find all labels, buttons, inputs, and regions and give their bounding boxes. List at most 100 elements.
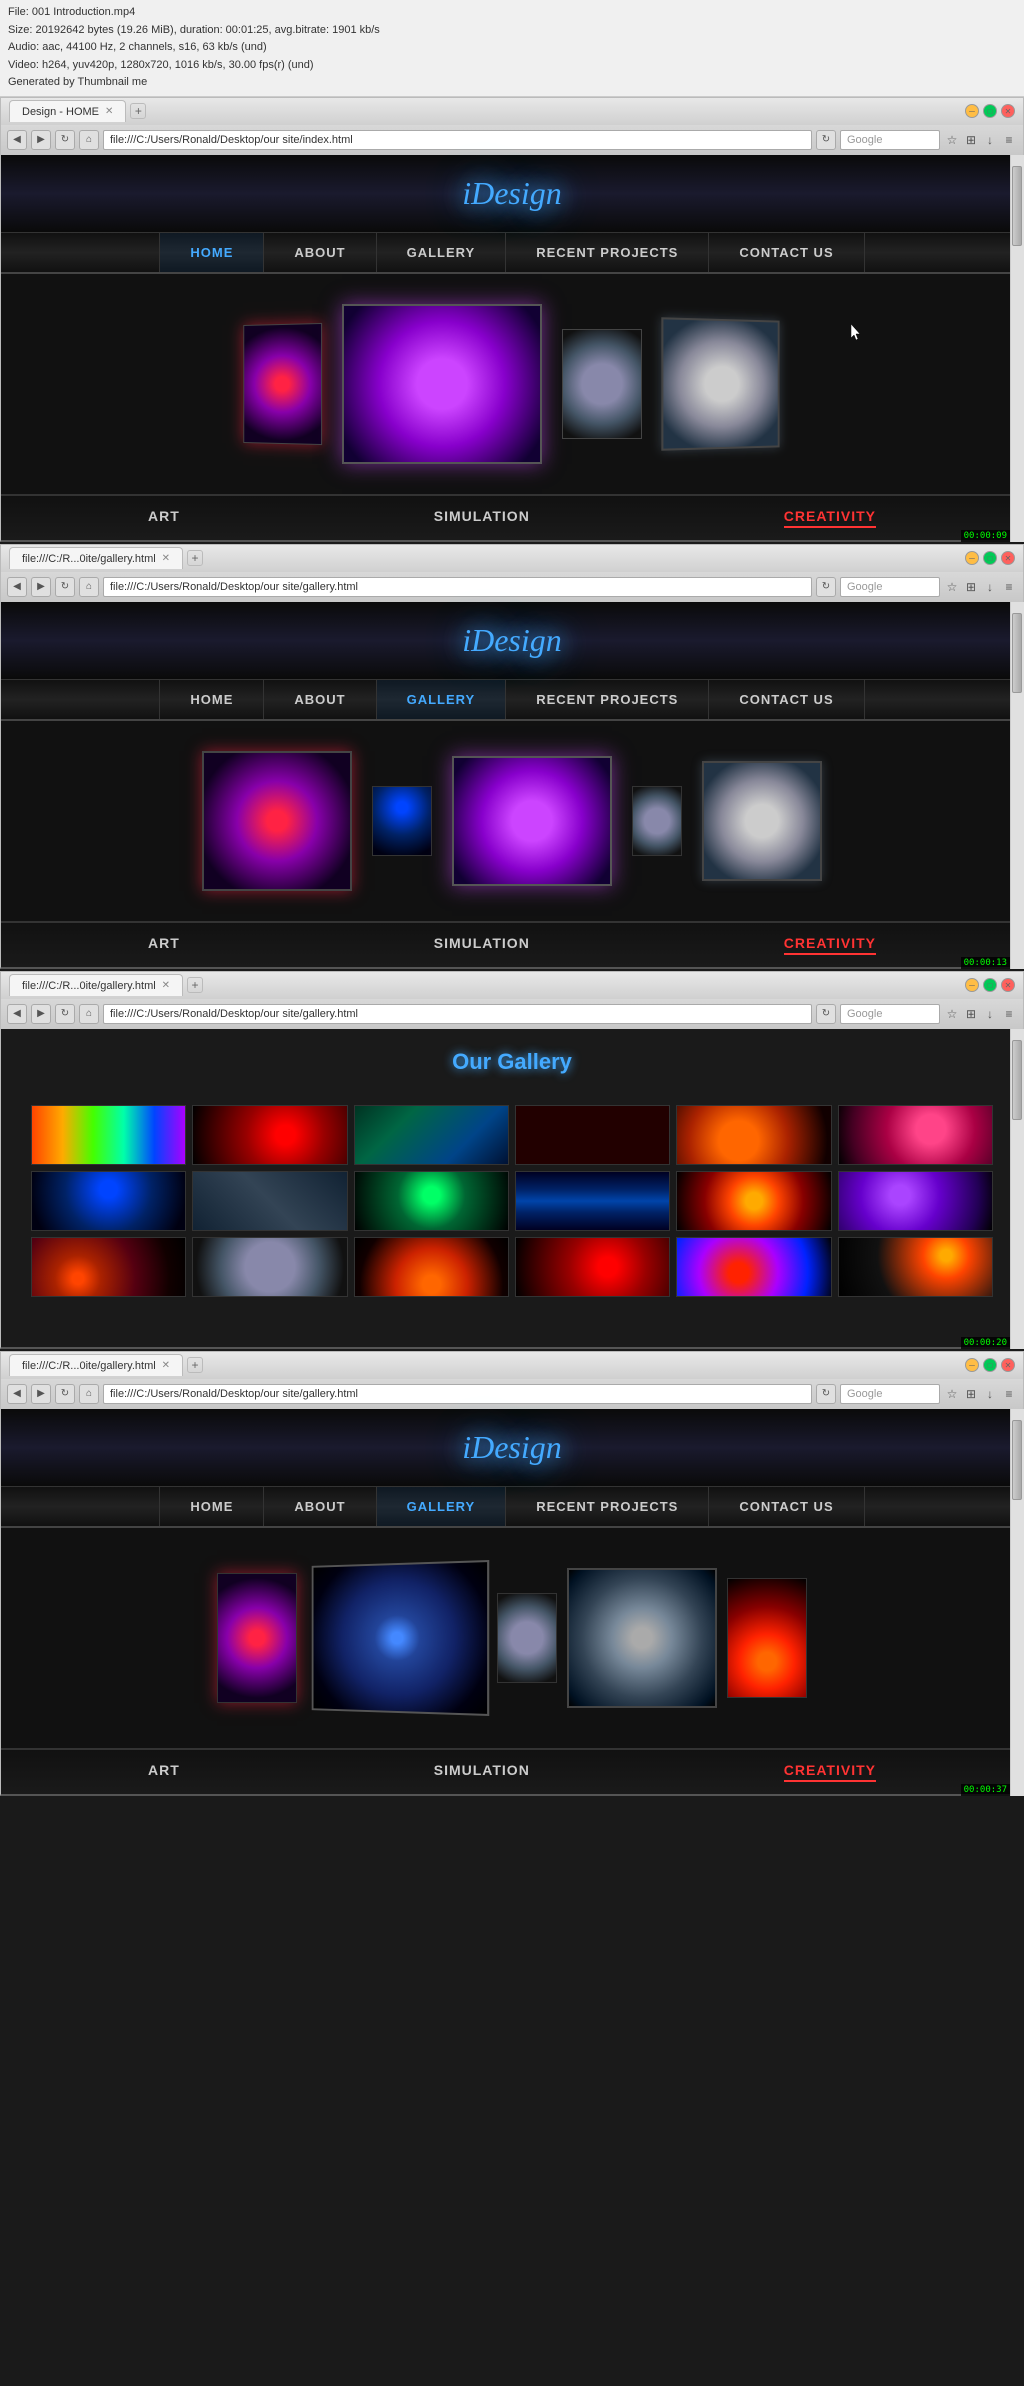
browser-tab-2[interactable]: file:///C:/R...0ite/gallery.html ✕ [9, 547, 183, 569]
scrollbar-1[interactable] [1010, 155, 1024, 542]
star-icon-2[interactable]: ☆ [944, 579, 960, 595]
minimize-btn-4[interactable]: ─ [965, 1358, 979, 1372]
nav-about-4[interactable]: ABOUT [264, 1487, 376, 1526]
close-tab-2[interactable]: ✕ [162, 553, 170, 564]
forward-btn-4[interactable]: ▶ [31, 1384, 51, 1404]
close-tab-3[interactable]: ✕ [162, 980, 170, 991]
address-bar-4[interactable]: file:///C:/Users/Ronald/Desktop/our site… [103, 1384, 812, 1404]
gallery-thumb-14[interactable] [192, 1237, 347, 1297]
home-btn-2[interactable]: ⌂ [79, 577, 99, 597]
showcase-item-1a[interactable] [243, 323, 322, 445]
address-bar-1[interactable]: file:///C:/Users/Ronald/Desktop/our site… [103, 130, 812, 150]
showcase-item-1b[interactable] [342, 304, 542, 464]
nav-contact-4[interactable]: CONTACT US [709, 1487, 864, 1526]
nav-contact-2[interactable]: CONTACT US [709, 680, 864, 719]
gallery-thumb-1[interactable] [31, 1105, 186, 1165]
close-btn-2[interactable]: ✕ [1001, 551, 1015, 565]
close-btn-4[interactable]: ✕ [1001, 1358, 1015, 1372]
reload-btn-4[interactable]: ↻ [816, 1384, 836, 1404]
footer-creativity-4[interactable]: Creativity [784, 1762, 876, 1782]
footer-art-1[interactable]: Art [148, 508, 180, 528]
scroll-thumb-3[interactable] [1012, 1040, 1022, 1120]
back-btn-1[interactable]: ◀ [7, 130, 27, 150]
star-icon-1[interactable]: ☆ [944, 132, 960, 148]
gallery-thumb-18[interactable] [838, 1237, 993, 1297]
reload-btn-2[interactable]: ↻ [816, 577, 836, 597]
bookmark-icon-1[interactable]: ⊞ [963, 132, 979, 148]
nav-gallery-1[interactable]: GALLERY [377, 233, 507, 272]
download-icon-1[interactable]: ↓ [982, 132, 998, 148]
gallery-thumb-4[interactable] [515, 1105, 670, 1165]
gallery-thumb-9[interactable] [354, 1171, 509, 1231]
menu-icon-4[interactable]: ≡ [1001, 1386, 1017, 1402]
gallery-thumb-11[interactable] [676, 1171, 831, 1231]
forward-btn-2[interactable]: ▶ [31, 577, 51, 597]
search-bar-2[interactable]: Google [840, 577, 940, 597]
showcase-item-4d[interactable] [567, 1568, 717, 1708]
maximize-btn-1[interactable]: □ [983, 104, 997, 118]
scrollbar-2[interactable] [1010, 602, 1024, 969]
new-tab-btn-4[interactable]: + [187, 1357, 203, 1373]
search-bar-4[interactable]: Google [840, 1384, 940, 1404]
footer-art-2[interactable]: Art [148, 935, 180, 955]
nav-home-4[interactable]: HOME [159, 1487, 264, 1526]
footer-sim-1[interactable]: Simulation [434, 508, 530, 528]
menu-icon-1[interactable]: ≡ [1001, 132, 1017, 148]
download-icon-4[interactable]: ↓ [982, 1386, 998, 1402]
search-bar-1[interactable]: Google [840, 130, 940, 150]
reload-btn-3[interactable]: ↻ [816, 1004, 836, 1024]
showcase-item-4a[interactable] [217, 1573, 297, 1703]
showcase-item-2b[interactable] [372, 786, 432, 856]
footer-sim-2[interactable]: Simulation [434, 935, 530, 955]
browser-tab-1[interactable]: Design - HOME ✕ [9, 100, 126, 122]
gallery-thumb-5[interactable] [676, 1105, 831, 1165]
minimize-btn-2[interactable]: ─ [965, 551, 979, 565]
gallery-thumb-2[interactable] [192, 1105, 347, 1165]
maximize-btn-2[interactable]: □ [983, 551, 997, 565]
footer-sim-4[interactable]: Simulation [434, 1762, 530, 1782]
home-btn-4[interactable]: ⌂ [79, 1384, 99, 1404]
scroll-thumb-1[interactable] [1012, 166, 1022, 246]
close-btn-1[interactable]: ✕ [1001, 104, 1015, 118]
nav-about-2[interactable]: ABOUT [264, 680, 376, 719]
nav-gallery-4[interactable]: GALLERY [377, 1487, 507, 1526]
footer-creativity-1[interactable]: Creativity [784, 508, 876, 528]
gallery-thumb-17[interactable] [676, 1237, 831, 1297]
gallery-thumb-15[interactable] [354, 1237, 509, 1297]
home-btn-1[interactable]: ⌂ [79, 130, 99, 150]
search-bar-3[interactable]: Google [840, 1004, 940, 1024]
footer-creativity-2[interactable]: Creativity [784, 935, 876, 955]
scrollbar-3[interactable] [1010, 1029, 1024, 1349]
nav-gallery-2[interactable]: GALLERY [377, 680, 507, 719]
showcase-item-4c[interactable] [497, 1593, 557, 1683]
close-btn-3[interactable]: ✕ [1001, 978, 1015, 992]
gallery-thumb-12[interactable] [838, 1171, 993, 1231]
bookmark-icon-2[interactable]: ⊞ [963, 579, 979, 595]
nav-about-1[interactable]: ABOUT [264, 233, 376, 272]
refresh-btn-2[interactable]: ↻ [55, 577, 75, 597]
refresh-btn-4[interactable]: ↻ [55, 1384, 75, 1404]
gallery-thumb-3[interactable] [354, 1105, 509, 1165]
home-btn-3[interactable]: ⌂ [79, 1004, 99, 1024]
new-tab-btn-2[interactable]: + [187, 550, 203, 566]
download-icon-3[interactable]: ↓ [982, 1006, 998, 1022]
scrollbar-4[interactable] [1010, 1409, 1024, 1796]
star-icon-3[interactable]: ☆ [944, 1006, 960, 1022]
back-btn-3[interactable]: ◀ [7, 1004, 27, 1024]
gallery-thumb-10[interactable] [515, 1171, 670, 1231]
showcase-item-2e[interactable] [702, 761, 822, 881]
gallery-thumb-8[interactable] [192, 1171, 347, 1231]
address-bar-2[interactable]: file:///C:/Users/Ronald/Desktop/our site… [103, 577, 812, 597]
gallery-thumb-7[interactable] [31, 1171, 186, 1231]
scroll-thumb-4[interactable] [1012, 1420, 1022, 1500]
showcase-item-4b[interactable] [312, 1560, 490, 1716]
scroll-thumb-2[interactable] [1012, 613, 1022, 693]
new-tab-btn-1[interactable]: + [130, 103, 146, 119]
new-tab-btn-3[interactable]: + [187, 977, 203, 993]
close-tab-1[interactable]: ✕ [105, 106, 113, 117]
reload-btn-1[interactable]: ↻ [816, 130, 836, 150]
refresh-btn-3[interactable]: ↻ [55, 1004, 75, 1024]
forward-btn-1[interactable]: ▶ [31, 130, 51, 150]
back-btn-2[interactable]: ◀ [7, 577, 27, 597]
showcase-item-2d[interactable] [632, 786, 682, 856]
